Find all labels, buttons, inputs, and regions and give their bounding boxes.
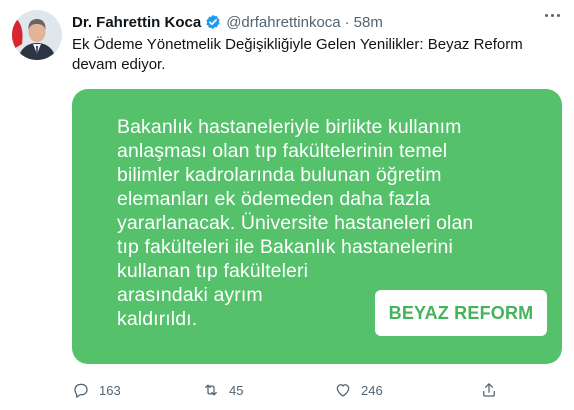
avatar[interactable] [12,10,62,60]
retweet-button[interactable]: 45 [202,381,243,399]
media-line: bilimler kadrolarında bulunan öğretim [117,164,442,186]
tweet-actions: 163 45 246 [72,380,502,400]
media-line: Bakanlık hastaneleriyle birlikte kullanı… [117,116,462,138]
reply-count: 163 [99,382,121,398]
reply-button[interactable]: 163 [72,381,121,399]
tweet-text: Ek Ödeme Yönetmelik Değişikliğiyle Gelen… [72,36,523,73]
media-line: anlaşması olan tıp fakültelerinin temel [117,140,448,162]
heart-icon [336,384,350,397]
like-button[interactable]: 246 [334,381,383,399]
media-image[interactable]: Bakanlık hastaneleriyle birlikte kullanı… [72,89,562,364]
retweet-count: 45 [229,382,244,398]
separator-dot: · [344,13,350,31]
user-handle[interactable]: @drfahrettinkoca [226,14,340,31]
verified-badge-icon [204,13,222,31]
share-icon [483,383,495,397]
more-options-icon[interactable] [545,14,560,17]
media-line: elemanları ek ödemeden daha fazla [117,188,431,210]
reply-icon [74,383,88,398]
timestamp[interactable]: 58m [354,14,383,31]
tweet[interactable]: Dr. Fahrettin Koca @drfahrettinkoca · 58… [0,0,574,410]
display-name[interactable]: Dr. Fahrettin Koca [72,14,201,31]
media-line: tıp fakülteleri ile Bakanlık hastaneleri… [117,236,453,258]
media-line: yararlanacak. Üniversite hastaneleri ola… [117,212,474,234]
retweet-icon [205,384,217,396]
media-line: kullanan tıp fakülteleri [117,260,309,282]
beyaz-reform-badge: BEYAZ REFORM [375,290,547,336]
like-count: 246 [361,382,383,398]
tweet-header: Dr. Fahrettin Koca @drfahrettinkoca · 58… [72,11,383,33]
share-button[interactable] [480,381,498,399]
